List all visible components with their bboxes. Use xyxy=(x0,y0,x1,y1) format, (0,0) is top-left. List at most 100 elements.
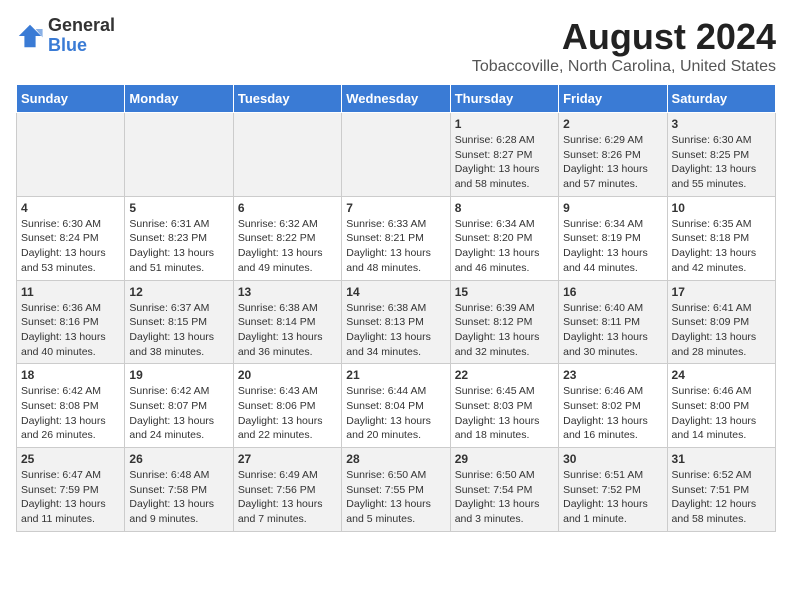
day-info: Sunrise: 6:37 AM Sunset: 8:15 PM Dayligh… xyxy=(129,301,228,360)
day-info: Sunrise: 6:39 AM Sunset: 8:12 PM Dayligh… xyxy=(455,301,554,360)
day-info: Sunrise: 6:43 AM Sunset: 8:06 PM Dayligh… xyxy=(238,384,337,443)
calendar-body: 1Sunrise: 6:28 AM Sunset: 8:27 PM Daylig… xyxy=(17,113,776,532)
day-number: 30 xyxy=(563,452,662,466)
day-info: Sunrise: 6:42 AM Sunset: 8:07 PM Dayligh… xyxy=(129,384,228,443)
calendar-day-cell: 4Sunrise: 6:30 AM Sunset: 8:24 PM Daylig… xyxy=(17,196,125,280)
day-info: Sunrise: 6:40 AM Sunset: 8:11 PM Dayligh… xyxy=(563,301,662,360)
day-info: Sunrise: 6:31 AM Sunset: 8:23 PM Dayligh… xyxy=(129,217,228,276)
calendar-day-cell: 15 Sunrise: 6:39 AM Sunset: 8:12 PM Dayli… xyxy=(450,280,558,364)
day-number: 12 xyxy=(129,285,228,299)
day-info: Sunrise: 6:45 AM Sunset: 8:03 PM Dayligh… xyxy=(455,384,554,443)
calendar-header-cell: Tuesday xyxy=(233,85,341,113)
day-number: 15 xyxy=(455,285,554,299)
calendar-day-cell: 8 Sunrise: 6:34 AM Sunset: 8:20 PM Daylig… xyxy=(450,196,558,280)
day-info: Sunrise: 6:32 AM Sunset: 8:22 PM Dayligh… xyxy=(238,217,337,276)
day-number: 18 xyxy=(21,368,120,382)
calendar-week-row: 4Sunrise: 6:30 AM Sunset: 8:24 PM Daylig… xyxy=(17,196,776,280)
calendar-day-cell: 9Sunrise: 6:34 AM Sunset: 8:19 PM Daylig… xyxy=(559,196,667,280)
day-number: 8 xyxy=(455,201,554,215)
day-number: 6 xyxy=(238,201,337,215)
day-info: Sunrise: 6:46 AM Sunset: 8:00 PM Dayligh… xyxy=(672,384,771,443)
calendar-day-cell: 27 Sunrise: 6:49 AM Sunset: 7:56 PM Dayli… xyxy=(233,448,341,532)
day-number: 25 xyxy=(21,452,120,466)
calendar-day-cell: 13 Sunrise: 6:38 AM Sunset: 8:14 PM Dayli… xyxy=(233,280,341,364)
logo-icon xyxy=(16,22,44,50)
day-number: 7 xyxy=(346,201,445,215)
day-info: Sunrise: 6:34 AM Sunset: 8:20 PM Dayligh… xyxy=(455,217,554,276)
calendar-week-row: 25 Sunrise: 6:47 AM Sunset: 7:59 PM Dayli… xyxy=(17,448,776,532)
day-number: 29 xyxy=(455,452,554,466)
day-info: Sunrise: 6:30 AM Sunset: 8:25 PM Dayligh… xyxy=(672,133,771,192)
calendar-day-cell: 23 Sunrise: 6:46 AM Sunset: 8:02 PM Dayli… xyxy=(559,364,667,448)
calendar-day-cell xyxy=(125,113,233,197)
calendar-day-cell: 14 Sunrise: 6:38 AM Sunset: 8:13 PM Dayli… xyxy=(342,280,450,364)
calendar-day-cell: 5 Sunrise: 6:31 AM Sunset: 8:23 PM Daylig… xyxy=(125,196,233,280)
day-number: 5 xyxy=(129,201,228,215)
day-info: Sunrise: 6:52 AM Sunset: 7:51 PM Dayligh… xyxy=(672,468,771,527)
day-info: Sunrise: 6:42 AM Sunset: 8:08 PM Dayligh… xyxy=(21,384,120,443)
day-number: 14 xyxy=(346,285,445,299)
logo-text: General Blue xyxy=(48,16,115,56)
day-number: 26 xyxy=(129,452,228,466)
calendar-header-cell: Monday xyxy=(125,85,233,113)
day-number: 31 xyxy=(672,452,771,466)
calendar-table: SundayMondayTuesdayWednesdayThursdayFrid… xyxy=(16,84,776,532)
day-info: Sunrise: 6:35 AM Sunset: 8:18 PM Dayligh… xyxy=(672,217,771,276)
logo-blue-text: Blue xyxy=(48,35,87,55)
calendar-week-row: 18 Sunrise: 6:42 AM Sunset: 8:08 PM Dayli… xyxy=(17,364,776,448)
day-number: 19 xyxy=(129,368,228,382)
day-number: 11 xyxy=(21,285,120,299)
calendar-day-cell: 29 Sunrise: 6:50 AM Sunset: 7:54 PM Dayli… xyxy=(450,448,558,532)
day-number: 17 xyxy=(672,285,771,299)
calendar-header-cell: Saturday xyxy=(667,85,775,113)
day-info: Sunrise: 6:38 AM Sunset: 8:14 PM Dayligh… xyxy=(238,301,337,360)
day-number: 13 xyxy=(238,285,337,299)
day-number: 24 xyxy=(672,368,771,382)
calendar-day-cell: 25 Sunrise: 6:47 AM Sunset: 7:59 PM Dayli… xyxy=(17,448,125,532)
calendar-day-cell: 7 Sunrise: 6:33 AM Sunset: 8:21 PM Daylig… xyxy=(342,196,450,280)
day-number: 23 xyxy=(563,368,662,382)
calendar-day-cell xyxy=(233,113,341,197)
calendar-day-cell: 21Sunrise: 6:44 AM Sunset: 8:04 PM Dayli… xyxy=(342,364,450,448)
day-info: Sunrise: 6:34 AM Sunset: 8:19 PM Dayligh… xyxy=(563,217,662,276)
calendar-day-cell: 20Sunrise: 6:43 AM Sunset: 8:06 PM Dayli… xyxy=(233,364,341,448)
day-info: Sunrise: 6:29 AM Sunset: 8:26 PM Dayligh… xyxy=(563,133,662,192)
day-info: Sunrise: 6:47 AM Sunset: 7:59 PM Dayligh… xyxy=(21,468,120,527)
day-info: Sunrise: 6:50 AM Sunset: 7:54 PM Dayligh… xyxy=(455,468,554,527)
day-info: Sunrise: 6:30 AM Sunset: 8:24 PM Dayligh… xyxy=(21,217,120,276)
day-info: Sunrise: 6:50 AM Sunset: 7:55 PM Dayligh… xyxy=(346,468,445,527)
main-title: August 2024 xyxy=(472,16,776,58)
calendar-day-cell xyxy=(17,113,125,197)
calendar-header-cell: Thursday xyxy=(450,85,558,113)
day-info: Sunrise: 6:48 AM Sunset: 7:58 PM Dayligh… xyxy=(129,468,228,527)
calendar-day-cell: 1Sunrise: 6:28 AM Sunset: 8:27 PM Daylig… xyxy=(450,113,558,197)
day-number: 3 xyxy=(672,117,771,131)
day-number: 28 xyxy=(346,452,445,466)
calendar-day-cell: 3 Sunrise: 6:30 AM Sunset: 8:25 PM Daylig… xyxy=(667,113,775,197)
header: General Blue August 2024 Tobaccoville, N… xyxy=(16,16,776,76)
logo: General Blue xyxy=(16,16,115,56)
day-info: Sunrise: 6:46 AM Sunset: 8:02 PM Dayligh… xyxy=(563,384,662,443)
calendar-day-cell xyxy=(342,113,450,197)
calendar-day-cell: 19 Sunrise: 6:42 AM Sunset: 8:07 PM Dayli… xyxy=(125,364,233,448)
calendar-week-row: 11Sunrise: 6:36 AM Sunset: 8:16 PM Dayli… xyxy=(17,280,776,364)
calendar-header-row: SundayMondayTuesdayWednesdayThursdayFrid… xyxy=(17,85,776,113)
calendar-day-cell: 30 Sunrise: 6:51 AM Sunset: 7:52 PM Dayli… xyxy=(559,448,667,532)
calendar-week-row: 1Sunrise: 6:28 AM Sunset: 8:27 PM Daylig… xyxy=(17,113,776,197)
day-info: Sunrise: 6:51 AM Sunset: 7:52 PM Dayligh… xyxy=(563,468,662,527)
calendar-day-cell: 10 Sunrise: 6:35 AM Sunset: 8:18 PM Dayli… xyxy=(667,196,775,280)
calendar-day-cell: 24 Sunrise: 6:46 AM Sunset: 8:00 PM Dayli… xyxy=(667,364,775,448)
day-info: Sunrise: 6:49 AM Sunset: 7:56 PM Dayligh… xyxy=(238,468,337,527)
day-number: 16 xyxy=(563,285,662,299)
day-info: Sunrise: 6:33 AM Sunset: 8:21 PM Dayligh… xyxy=(346,217,445,276)
day-number: 1 xyxy=(455,117,554,131)
calendar-day-cell: 22Sunrise: 6:45 AM Sunset: 8:03 PM Dayli… xyxy=(450,364,558,448)
day-number: 10 xyxy=(672,201,771,215)
calendar-header-cell: Friday xyxy=(559,85,667,113)
calendar-day-cell: 16 Sunrise: 6:40 AM Sunset: 8:11 PM Dayli… xyxy=(559,280,667,364)
day-number: 21 xyxy=(346,368,445,382)
day-number: 27 xyxy=(238,452,337,466)
calendar-day-cell: 6 Sunrise: 6:32 AM Sunset: 8:22 PM Daylig… xyxy=(233,196,341,280)
day-info: Sunrise: 6:38 AM Sunset: 8:13 PM Dayligh… xyxy=(346,301,445,360)
calendar-day-cell: 18 Sunrise: 6:42 AM Sunset: 8:08 PM Dayli… xyxy=(17,364,125,448)
